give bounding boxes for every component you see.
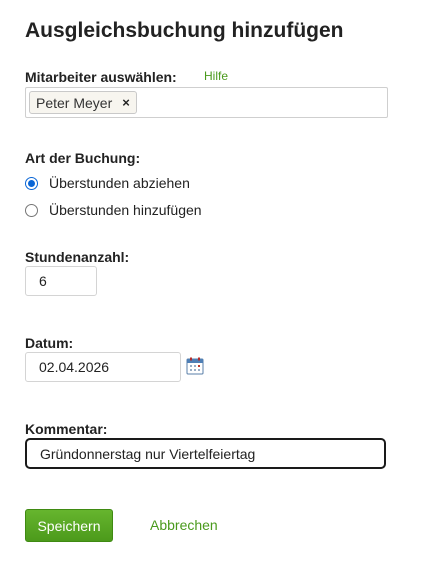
option-deduct-overtime[interactable]: Überstunden abziehen: [25, 175, 190, 191]
date-label: Datum:: [25, 335, 74, 351]
hours-input[interactable]: 6: [25, 266, 97, 296]
booking-type-label: Art der Buchung:: [25, 150, 141, 166]
save-button[interactable]: Speichern: [25, 509, 113, 542]
help-link[interactable]: Hilfe: [204, 69, 228, 83]
option-add-overtime[interactable]: Überstunden hinzufügen: [25, 202, 202, 218]
employee-multiselect[interactable]: Peter Meyer ×: [25, 87, 388, 118]
hours-label: Stundenanzahl:: [25, 249, 130, 265]
option-add-overtime-label[interactable]: Überstunden hinzufügen: [49, 202, 202, 218]
date-input[interactable]: 02.04.2026: [25, 352, 181, 382]
comment-label: Kommentar:: [25, 421, 108, 437]
comment-input[interactable]: Gründonnerstag nur Viertelfeiertag: [25, 438, 386, 469]
employee-chip-label: Peter Meyer: [36, 94, 113, 111]
radio-deduct-overtime[interactable]: [25, 176, 38, 190]
remove-chip-icon[interactable]: ×: [122, 95, 130, 110]
employee-chip: Peter Meyer ×: [29, 91, 137, 114]
option-deduct-overtime-label[interactable]: Überstunden abziehen: [49, 175, 190, 191]
calendar-icon[interactable]: [186, 357, 204, 375]
employee-label: Mitarbeiter auswählen:: [25, 69, 177, 85]
cancel-link[interactable]: Abbrechen: [150, 517, 218, 533]
page-title: Ausgleichsbuchung hinzufügen: [25, 19, 344, 42]
radio-add-overtime[interactable]: [25, 203, 38, 217]
